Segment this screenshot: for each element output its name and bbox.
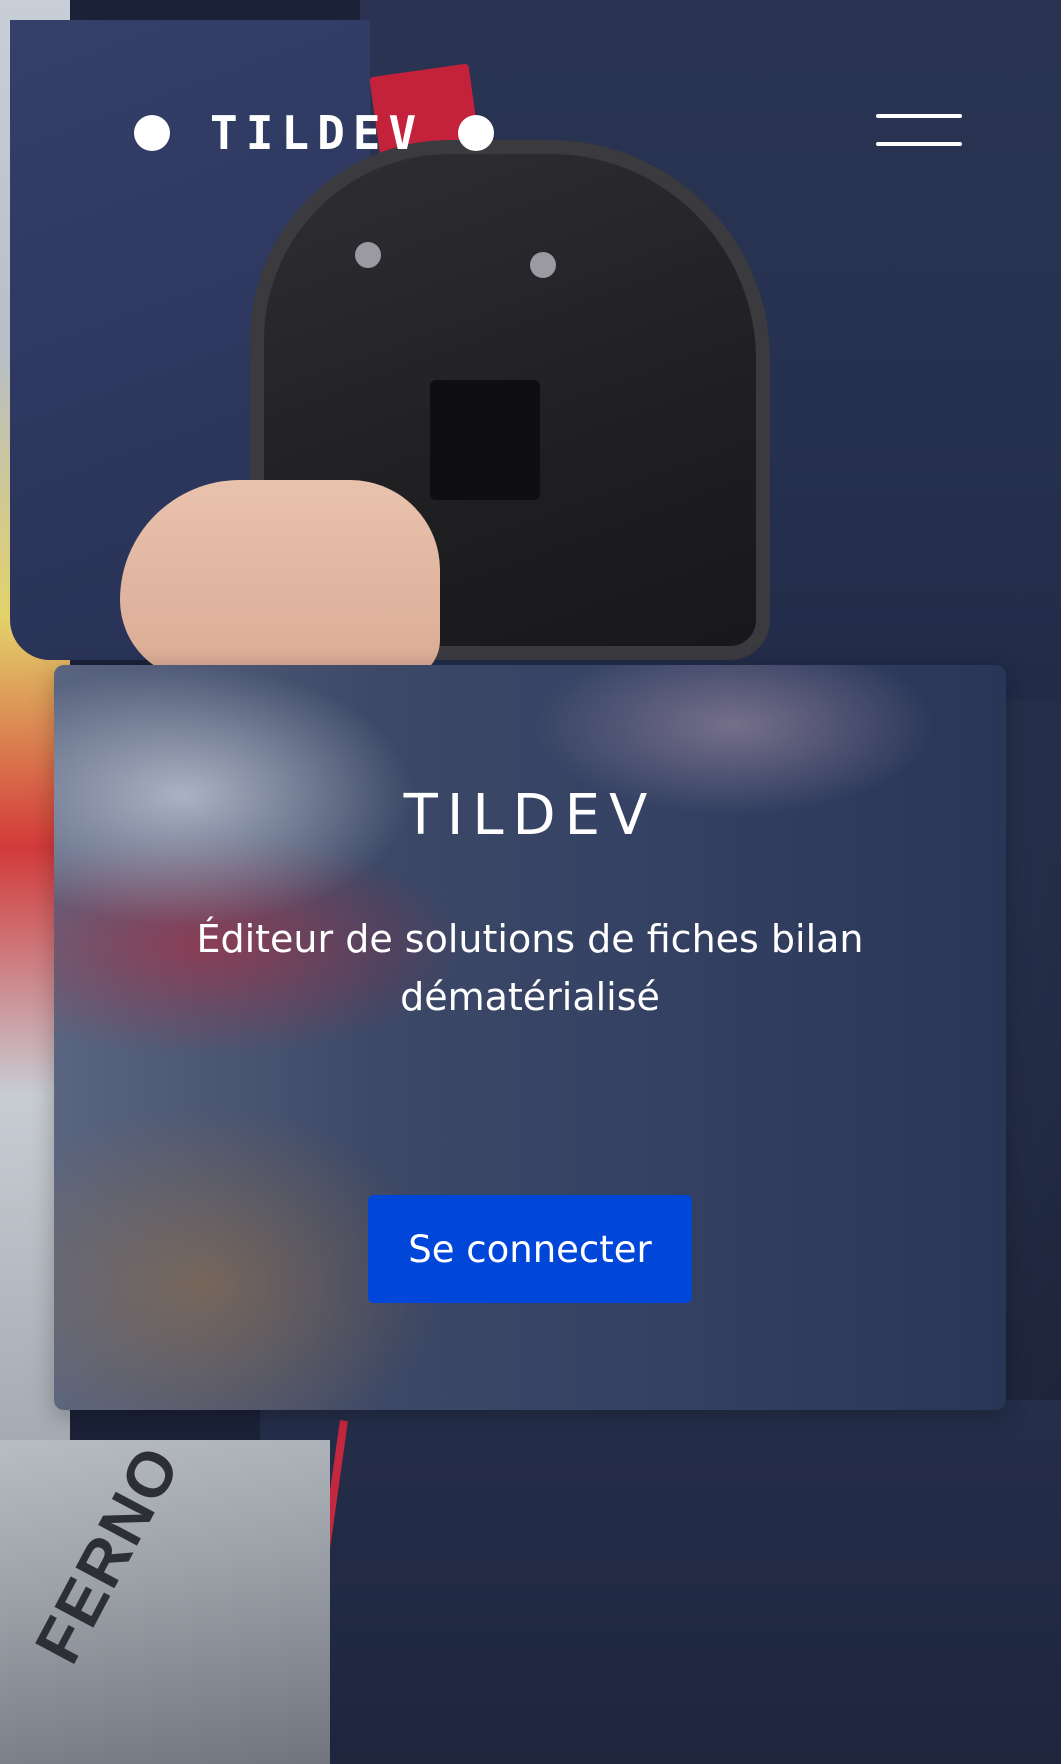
- uniform-trousers: [260, 1400, 1061, 1764]
- hero-subtitle: Éditeur de solutions de fiches bilan dém…: [196, 917, 864, 1019]
- site-logo[interactable]: TILDEV: [134, 106, 495, 160]
- pouch-window: [430, 380, 540, 500]
- menu-line: [876, 142, 962, 146]
- logo-text: TILDEV: [210, 106, 425, 160]
- logo-dot-left: [134, 115, 170, 151]
- hero-card: TILDEV Éditeur de solutions de fiches bi…: [54, 665, 1006, 1410]
- menu-line: [876, 114, 962, 118]
- hero-title: TILDEV: [403, 783, 657, 848]
- site-header: TILDEV: [0, 0, 1061, 270]
- hand: [120, 480, 440, 680]
- login-button[interactable]: Se connecter: [368, 1195, 692, 1303]
- hamburger-menu-icon[interactable]: [876, 114, 962, 148]
- logo-dot-right: [458, 115, 495, 151]
